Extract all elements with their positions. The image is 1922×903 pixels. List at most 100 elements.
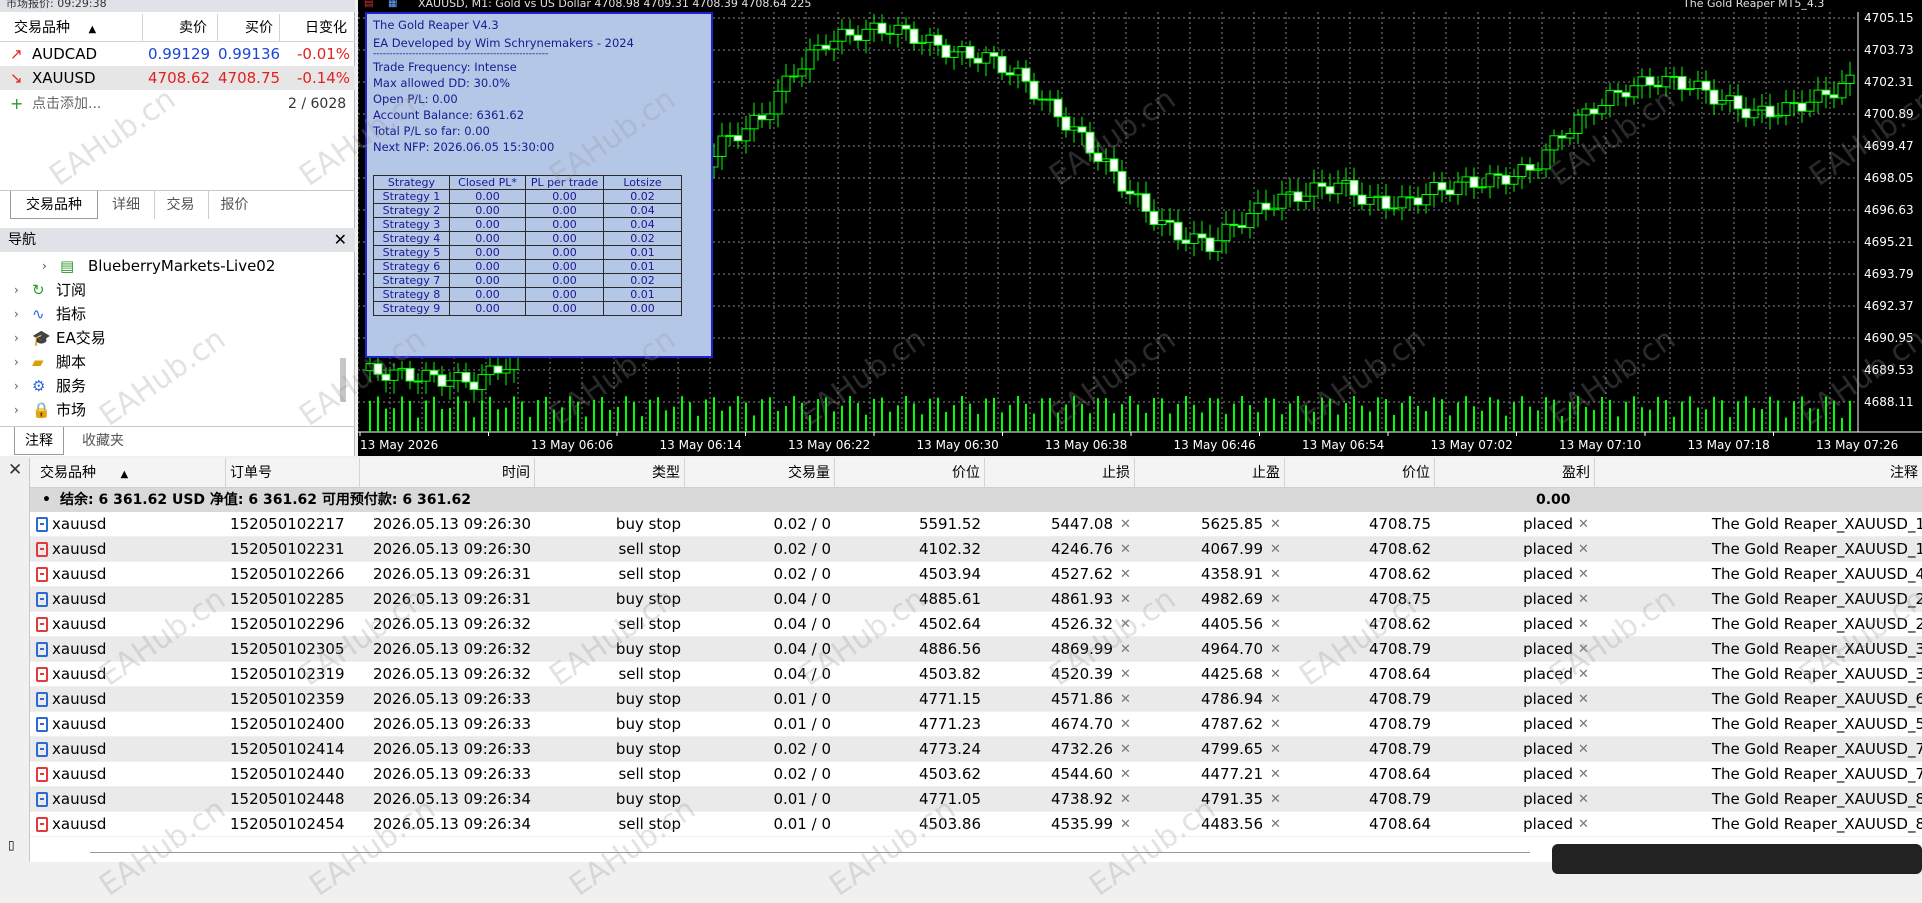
tab-details[interactable]: 详细 [100, 191, 152, 219]
navigator-scrollbar[interactable] [340, 358, 346, 402]
table-row[interactable]: xauusd 152050102266 2026.05.13 09:26:31 sel… [30, 562, 1922, 587]
table-row[interactable]: xauusd 152050102231 2026.05.13 09:26:30 sel… [30, 537, 1922, 562]
delete-order-icon[interactable]: ✕ [1578, 762, 1589, 787]
symbol-name: AUDCAD [32, 45, 98, 63]
col-current-price[interactable]: 价位 [1285, 458, 1435, 488]
delete-order-icon[interactable]: ✕ [1578, 512, 1589, 537]
table-row[interactable]: xauusd 152050102440 2026.05.13 09:26:33 sel… [30, 762, 1922, 787]
delete-order-icon[interactable]: ✕ [1578, 812, 1589, 837]
delete-order-icon[interactable]: ✕ [1578, 637, 1589, 662]
remove-tp-icon[interactable]: ✕ [1270, 762, 1281, 787]
chevron-right-icon[interactable]: › [14, 350, 19, 374]
delete-order-icon[interactable]: ✕ [1578, 612, 1589, 637]
remove-sl-icon[interactable]: ✕ [1120, 587, 1131, 612]
strategy-name: Strategy 6 [373, 259, 450, 274]
tab-ticks[interactable]: 报价 [208, 191, 260, 219]
delete-order-icon[interactable]: ✕ [1578, 562, 1589, 587]
table-row[interactable]: xauusd 152050102400 2026.05.13 09:26:33 buy… [30, 712, 1922, 737]
remove-sl-icon[interactable]: ✕ [1120, 637, 1131, 662]
table-row[interactable]: xauusd 152050102414 2026.05.13 09:26:33 buy… [30, 737, 1922, 762]
chevron-right-icon[interactable]: › [14, 326, 19, 350]
symbol-row-audcad[interactable]: ↗ AUDCAD 0.99129 0.99136 -0.01% [0, 42, 355, 66]
tab-favorites[interactable]: 收藏夹 [72, 427, 134, 455]
close-icon[interactable]: ✕ [334, 228, 347, 252]
chevron-right-icon[interactable]: › [14, 398, 19, 422]
col-ticket[interactable]: 订单号 [226, 458, 360, 488]
col-price[interactable]: 价位 [835, 458, 985, 488]
table-row[interactable]: xauusd 152050102285 2026.05.13 09:26:31 buy… [30, 587, 1922, 612]
remove-sl-icon[interactable]: ✕ [1120, 662, 1131, 687]
buy-order-icon [36, 592, 48, 607]
remove-sl-icon[interactable]: ✕ [1120, 512, 1131, 537]
remove-tp-icon[interactable]: ✕ [1270, 587, 1281, 612]
chevron-right-icon[interactable]: › [14, 374, 19, 398]
remove-sl-icon[interactable]: ✕ [1120, 612, 1131, 637]
sell-order-icon [36, 817, 48, 832]
remove-sl-icon[interactable]: ✕ [1120, 562, 1131, 587]
remove-sl-icon[interactable]: ✕ [1120, 537, 1131, 562]
delete-order-icon[interactable]: ✕ [1578, 712, 1589, 737]
col-volume[interactable]: 交易量 [685, 458, 835, 488]
candle-body [1741, 108, 1751, 119]
column-symbol[interactable]: 交易品种 ▲ [0, 14, 143, 42]
tab-symbols[interactable]: 交易品种 [10, 191, 98, 219]
remove-sl-icon[interactable]: ✕ [1120, 737, 1131, 762]
add-symbol-row[interactable]: + 点击添加... 2 / 6028 [0, 92, 355, 116]
chevron-right-icon[interactable]: › [14, 302, 19, 326]
remove-tp-icon[interactable]: ✕ [1270, 612, 1281, 637]
col-sl[interactable]: 止损 [985, 458, 1135, 488]
col-symbol[interactable]: 交易品种 ▲ [30, 458, 226, 488]
delete-order-icon[interactable]: ✕ [1578, 687, 1589, 712]
tab-common[interactable]: 注释 [14, 427, 64, 455]
delete-order-icon[interactable]: ✕ [1578, 662, 1589, 687]
order-type: sell stop [618, 815, 681, 833]
remove-sl-icon[interactable]: ✕ [1120, 712, 1131, 737]
remove-tp-icon[interactable]: ✕ [1270, 562, 1281, 587]
market-watch-header: 交易品种 ▲ 卖价 买价 日变化 [0, 14, 355, 42]
column-bid[interactable]: 卖价 [143, 14, 218, 42]
remove-sl-icon[interactable]: ✕ [1120, 787, 1131, 812]
col-tp[interactable]: 止盈 [1135, 458, 1285, 488]
column-change[interactable]: 日变化 [280, 14, 355, 42]
remove-tp-icon[interactable]: ✕ [1270, 787, 1281, 812]
delete-order-icon[interactable]: ✕ [1578, 537, 1589, 562]
remove-tp-icon[interactable]: ✕ [1270, 812, 1281, 837]
strategy-name: Strategy 2 [373, 203, 450, 218]
tab-trading[interactable]: 交易 [154, 191, 206, 219]
remove-tp-icon[interactable]: ✕ [1270, 712, 1281, 737]
chevron-right-icon[interactable]: › [42, 254, 47, 278]
table-row[interactable]: xauusd 152050102319 2026.05.13 09:26:32 sel… [30, 662, 1922, 687]
table-row[interactable]: xauusd 152050102448 2026.05.13 09:26:34 buy… [30, 787, 1922, 812]
remove-tp-icon[interactable]: ✕ [1270, 687, 1281, 712]
order-price: 4102.32 [918, 540, 981, 558]
delete-order-icon[interactable]: ✕ [1578, 787, 1589, 812]
col-time[interactable]: 时间 [360, 458, 535, 488]
col-profit[interactable]: 盈利 [1435, 458, 1595, 488]
table-row[interactable]: xauusd 152050102359 2026.05.13 09:26:33 buy… [30, 687, 1922, 712]
remove-tp-icon[interactable]: ✕ [1270, 662, 1281, 687]
notification-toast[interactable] [1552, 844, 1922, 874]
col-comment[interactable]: 注释 [1595, 458, 1922, 488]
column-ask[interactable]: 买价 [218, 14, 280, 42]
table-row[interactable]: xauusd 152050102296 2026.05.13 09:26:32 sel… [30, 612, 1922, 637]
delete-order-icon[interactable]: ✕ [1578, 587, 1589, 612]
remove-tp-icon[interactable]: ✕ [1270, 537, 1281, 562]
remove-tp-icon[interactable]: ✕ [1270, 737, 1281, 762]
table-row[interactable]: xauusd 152050102305 2026.05.13 09:26:32 buy… [30, 637, 1922, 662]
remove-sl-icon[interactable]: ✕ [1120, 762, 1131, 787]
remove-sl-icon[interactable]: ✕ [1120, 812, 1131, 837]
remove-tp-icon[interactable]: ✕ [1270, 637, 1281, 662]
table-row[interactable]: xauusd 152050102217 2026.05.13 09:26:30 buy… [30, 512, 1922, 537]
remove-tp-icon[interactable]: ✕ [1270, 512, 1281, 537]
symbol-row-xauusd[interactable]: ↘ XAUUSD 4708.62 4708.75 -0.14% [0, 66, 355, 90]
table-row[interactable]: xauusd 152050102454 2026.05.13 09:26:34 sel… [30, 812, 1922, 837]
chevron-right-icon[interactable]: › [14, 278, 19, 302]
candle-body [1429, 182, 1439, 196]
lotsize: 0.01 [603, 287, 682, 302]
remove-sl-icon[interactable]: ✕ [1120, 687, 1131, 712]
candle-body [1285, 191, 1295, 195]
price-chart[interactable]: 4705.15 4703.73 4702.31 4700.89 4699.47 4698.… [358, 0, 1922, 456]
delete-order-icon[interactable]: ✕ [1578, 737, 1589, 762]
close-icon[interactable]: ✕ [8, 460, 22, 480]
col-type[interactable]: 类型 [535, 458, 685, 488]
